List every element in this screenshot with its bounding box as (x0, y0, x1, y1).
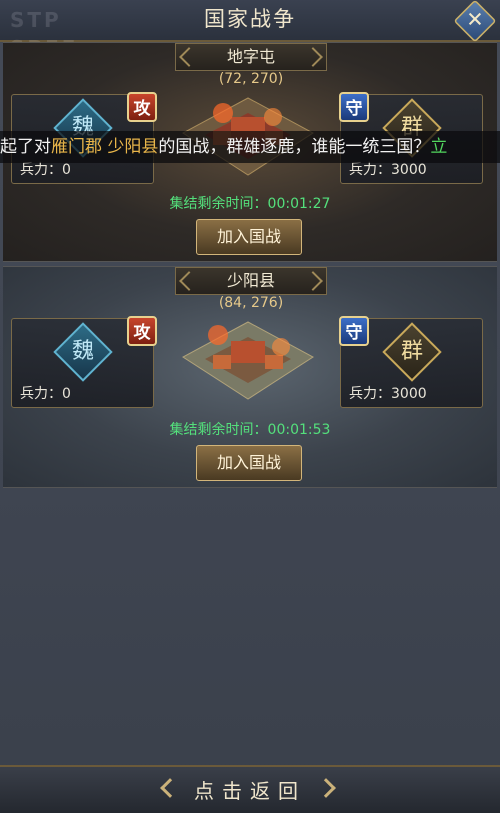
close-icon: ✕ (466, 8, 484, 33)
game-panel: STP SPEF 国家战争 ✕ 地字屯 (72, 270) 魏 兵力：0 攻 群… (0, 0, 500, 813)
rally-timer: 集结剩余时间：00:01:27 (169, 196, 331, 212)
ticker-link[interactable]: 立 (430, 137, 447, 157)
city-name-plate: 地字屯 (175, 43, 327, 71)
attacker-troops: 兵力：0 (20, 386, 71, 402)
ticker-message: 的国战，群雄逐鹿，谁能一统三国？ (158, 137, 431, 157)
rally-timer: 集结剩余时间：00:01:53 (169, 422, 331, 438)
attacker-faction: 魏 (71, 339, 94, 364)
back-button[interactable]: 点击返回 (0, 765, 500, 813)
join-war-button[interactable]: 加入国战 (196, 219, 302, 255)
city-name-plate: 少阳县 (175, 267, 327, 295)
defend-badge: 守 (339, 92, 369, 122)
castle-icon (182, 321, 314, 400)
header: STP SPEF 国家战争 ✕ (0, 0, 500, 60)
join-war-button[interactable]: 加入国战 (196, 445, 302, 481)
attack-badge: 攻 (127, 316, 157, 346)
defender-faction: 群 (400, 339, 423, 364)
ticker-city-2: 少阳县 (107, 137, 159, 157)
page-title: 国家战争 (204, 7, 296, 31)
announcement-ticker: 起了对雁门郡 少阳县的国战，群雄逐鹿，谁能一统三国？立 (0, 131, 500, 163)
defender-troops: 兵力：3000 (349, 386, 427, 402)
attack-badge: 攻 (127, 92, 157, 122)
ticker-prefix: 起了对 (0, 137, 51, 157)
back-label: 点击返回 (194, 779, 306, 803)
ticker-city-1: 雁门郡 (51, 137, 102, 157)
defend-badge: 守 (339, 316, 369, 346)
battle-card-2: 少阳县 (84, 276) 魏 兵力：0 攻 群 兵力：3000 守 集结剩余时… (3, 266, 497, 488)
